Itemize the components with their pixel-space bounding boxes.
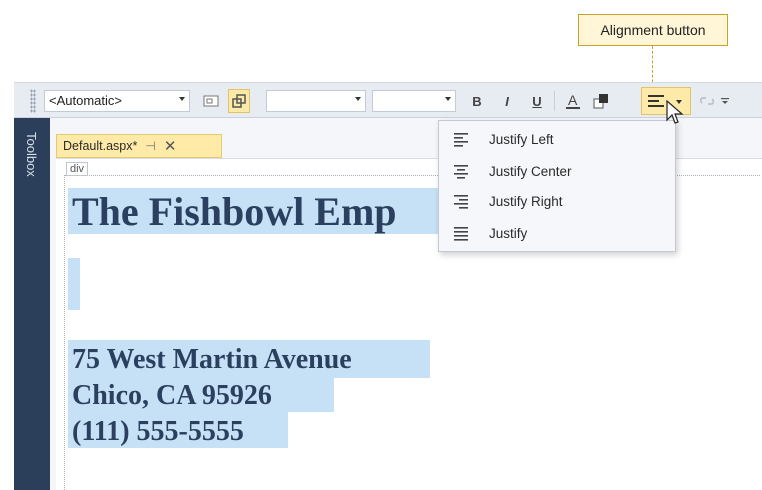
chevron-down-icon	[445, 97, 451, 101]
tab-default-aspx[interactable]: Default.aspx* ⊣ ✕	[56, 134, 222, 158]
chevron-down-icon	[179, 97, 185, 101]
design-mode-icon	[203, 95, 219, 107]
hyperlink-icon	[700, 97, 714, 105]
menu-item-justify-left[interactable]: Justify Left	[439, 125, 675, 155]
tab-title: Default.aspx*	[63, 139, 138, 153]
menu-item-label: Justify	[489, 226, 528, 241]
toolbox-label[interactable]: Toolbox	[24, 132, 39, 177]
background-color-icon	[593, 94, 608, 109]
menu-item-label: Justify Right	[489, 194, 563, 209]
bold-icon: B	[472, 93, 482, 109]
design-mode-button[interactable]	[200, 89, 222, 113]
block-format-value: <Automatic>	[49, 93, 122, 108]
address-line[interactable]: (111) 555-5555	[72, 416, 244, 448]
position-icon	[232, 94, 246, 108]
close-icon[interactable]: ✕	[164, 137, 177, 155]
svg-text:A: A	[568, 92, 578, 108]
page-heading[interactable]: The Fishbowl Emp	[72, 188, 397, 235]
underline-button[interactable]: U	[526, 89, 548, 113]
font-name-select[interactable]	[266, 90, 366, 112]
selection-highlight	[68, 258, 80, 310]
align-justify-icon	[454, 227, 468, 241]
toolbar-grip[interactable]	[30, 89, 36, 113]
foreground-color-icon: A	[566, 92, 580, 109]
tag-badge[interactable]: div	[66, 162, 89, 176]
align-left-icon	[648, 95, 664, 107]
italic-button[interactable]: I	[496, 89, 518, 113]
alignment-callout: Alignment button	[578, 14, 728, 46]
toolbar-separator	[554, 91, 555, 111]
toolbox-panel[interactable]: Toolbox	[14, 118, 50, 490]
address-line[interactable]: 75 West Martin Avenue	[72, 344, 352, 376]
menu-item-justify-right[interactable]: Justify Right	[439, 187, 675, 217]
alignment-dropdown-menu: Justify Left Justify Center Justify Righ…	[438, 120, 676, 252]
menu-item-justify-center[interactable]: Justify Center	[439, 157, 675, 187]
toolbar-overflow-button[interactable]	[714, 89, 736, 113]
align-right-icon	[454, 195, 468, 209]
chevron-down-icon	[355, 97, 361, 101]
menu-item-justify[interactable]: Justify	[439, 219, 675, 249]
position-button[interactable]	[228, 89, 250, 113]
align-left-icon	[454, 133, 468, 147]
menu-item-label: Justify Center	[489, 164, 572, 179]
font-size-select[interactable]	[372, 90, 456, 112]
block-format-select[interactable]: <Automatic>	[44, 90, 190, 112]
background-color-button[interactable]	[590, 89, 612, 113]
pin-icon[interactable]: ⊣	[145, 139, 155, 153]
formatting-toolbar: <Automatic> B I U A	[14, 82, 762, 118]
bold-button[interactable]: B	[466, 89, 488, 113]
overflow-icon	[721, 98, 729, 104]
foreground-color-button[interactable]: A	[562, 89, 584, 113]
mouse-pointer-icon	[666, 100, 684, 124]
stage: Alignment button <Automatic> B I U A Too…	[0, 0, 762, 490]
align-center-icon	[454, 165, 468, 179]
address-line[interactable]: Chico, CA 95926	[72, 380, 272, 412]
underline-icon: U	[532, 93, 542, 109]
menu-item-label: Justify Left	[489, 132, 554, 147]
italic-icon: I	[505, 93, 509, 109]
callout-text: Alignment button	[600, 22, 706, 38]
